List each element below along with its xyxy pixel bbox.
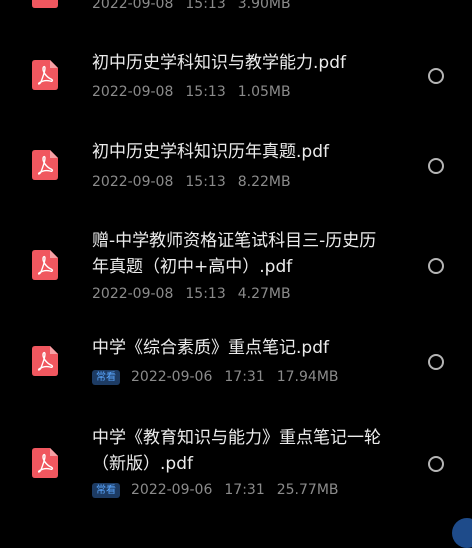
file-name: 赠-中学教师资格证笔试科目三-历史历年真题（初中+高中）.pdf [92,231,377,277]
file-date: 2022-09-06 [131,482,213,498]
select-radio[interactable] [428,456,444,472]
file-name: 初中历史学科知识与教学能力.pdf [92,53,346,73]
file-name: 初中历史学科知识历年真题.pdf [92,142,329,162]
file-list: 2022-09-08 15:13 3.90MB 初中历史学科知识与教学能力.pd… [0,0,472,548]
file-size: 17.94MB [276,369,339,385]
pdf-icon [32,150,58,180]
frequent-badge: 常看 [92,369,120,385]
select-radio[interactable] [428,68,444,84]
file-name: 中学《教育知识与能力》重点笔记一轮（新版）.pdf [92,428,381,474]
file-time: 17:31 [224,369,265,385]
file-size: 4.27MB [237,286,291,302]
file-date: 2022-09-06 [131,369,213,385]
file-time: 15:13 [185,174,226,190]
pdf-icon [32,0,58,8]
file-time: 15:13 [185,0,226,12]
file-meta: 2022-09-08 15:13 1.05MB [92,82,291,102]
file-meta: 2022-09-08 15:13 8.22MB [92,172,291,192]
file-meta: 常看 2022-09-06 17:31 25.77MB [92,480,339,500]
file-name: 中学《综合素质》重点笔记.pdf [92,338,329,358]
pdf-icon [32,250,58,280]
file-size: 25.77MB [276,482,339,498]
pdf-icon [32,60,58,90]
select-radio[interactable] [428,258,444,274]
floating-action-button[interactable] [452,518,472,548]
file-time: 15:13 [185,84,226,100]
file-date: 2022-09-08 [92,0,174,12]
frequent-badge: 常看 [92,482,120,498]
file-date: 2022-09-08 [92,286,174,302]
pdf-icon [32,448,58,478]
file-date: 2022-09-08 [92,84,174,100]
file-meta: 2022-09-08 15:13 4.27MB [92,284,291,304]
pdf-icon [32,346,58,376]
file-date: 2022-09-08 [92,174,174,190]
file-meta: 常看 2022-09-06 17:31 17.94MB [92,367,339,387]
file-size: 3.90MB [237,0,291,12]
file-time: 15:13 [185,286,226,302]
file-time: 17:31 [224,482,265,498]
file-size: 1.05MB [237,84,291,100]
select-radio[interactable] [428,158,444,174]
file-size: 8.22MB [237,174,291,190]
select-radio[interactable] [428,354,444,370]
file-meta: 2022-09-08 15:13 3.90MB [92,0,291,14]
